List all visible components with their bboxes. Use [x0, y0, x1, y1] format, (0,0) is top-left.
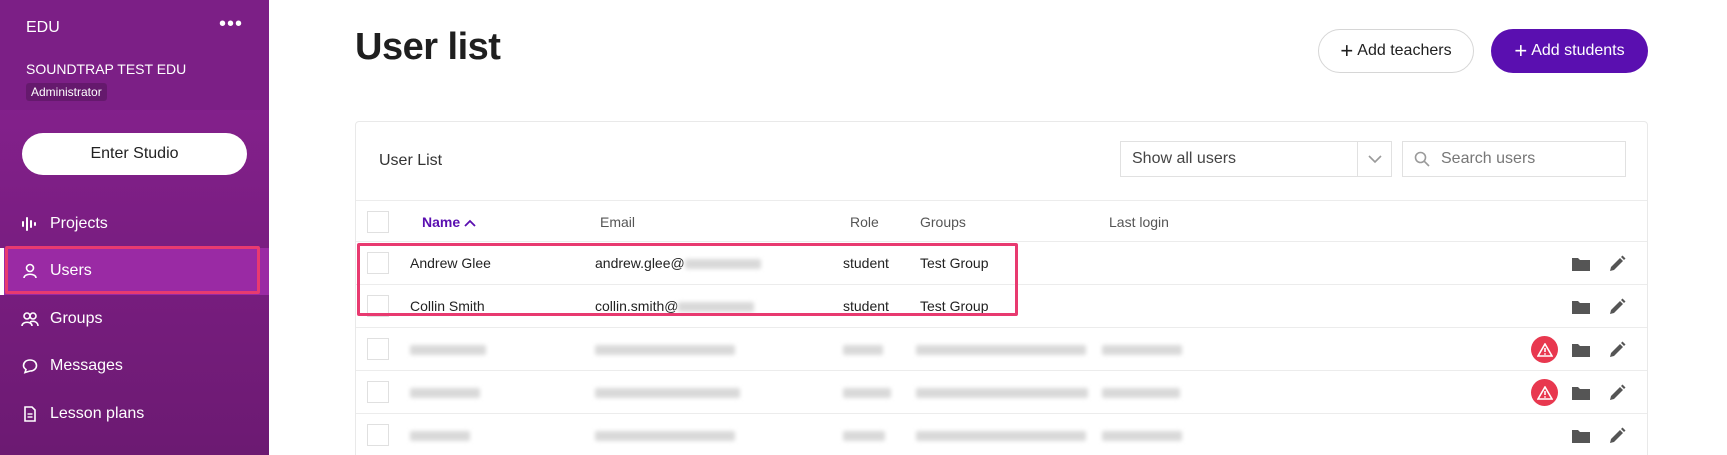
sidebar-item-groups[interactable]: Groups	[0, 295, 269, 343]
sidebar-item-lesson-plans[interactable]: Lesson plans	[0, 390, 269, 438]
user-filter-select[interactable]: Show all users	[1120, 141, 1392, 177]
column-header-last-login[interactable]: Last login	[1109, 214, 1169, 230]
redacted-text	[843, 427, 885, 443]
redacted-text	[843, 384, 891, 400]
column-header-name[interactable]: Name	[422, 214, 476, 230]
folder-icon[interactable]	[1568, 294, 1594, 320]
table-row[interactable]: Andrew Glee andrew.glee@ student Test Gr…	[356, 242, 1647, 285]
redacted-text	[678, 302, 755, 313]
warning-icon[interactable]	[1531, 379, 1558, 406]
folder-icon[interactable]	[1568, 423, 1594, 449]
folder-icon[interactable]	[1568, 380, 1594, 406]
redacted-text	[684, 259, 761, 270]
folder-icon[interactable]	[1568, 251, 1594, 277]
plus-icon: +	[1340, 38, 1354, 63]
edit-pencil-icon[interactable]	[1604, 251, 1630, 277]
groups-icon	[20, 309, 40, 329]
redacted-text	[1102, 341, 1182, 357]
redacted-text	[410, 384, 480, 400]
redacted-text	[916, 341, 1086, 357]
add-students-label: Add students	[1531, 42, 1625, 59]
row-checkbox[interactable]	[367, 295, 389, 317]
chevron-down-icon	[1357, 142, 1391, 176]
folder-icon[interactable]	[1568, 337, 1594, 363]
sort-ascending-icon	[464, 214, 476, 230]
select-all-checkbox[interactable]	[367, 211, 389, 233]
table-row[interactable]	[356, 328, 1647, 371]
search-icon	[1403, 151, 1441, 167]
user-email: andrew.glee@	[595, 255, 761, 271]
column-header-email[interactable]: Email	[600, 214, 635, 230]
redacted-text	[1102, 384, 1180, 400]
row-checkbox[interactable]	[367, 338, 389, 360]
redacted-text	[410, 341, 486, 357]
table-row[interactable]	[356, 371, 1647, 414]
more-options-icon[interactable]: •••	[219, 14, 243, 34]
row-checkbox[interactable]	[367, 252, 389, 274]
redacted-text	[595, 384, 740, 400]
add-teachers-button[interactable]: + Add teachers	[1318, 29, 1474, 73]
edit-pencil-icon[interactable]	[1604, 294, 1630, 320]
search-input[interactable]	[1441, 150, 1621, 168]
redacted-text	[410, 427, 470, 443]
user-role: student	[843, 298, 889, 314]
redacted-text	[843, 341, 883, 357]
search-box	[1402, 141, 1626, 177]
sidebar-item-projects[interactable]: Projects	[0, 200, 269, 248]
document-icon	[20, 404, 40, 424]
plus-icon: +	[1514, 38, 1528, 63]
redacted-text	[595, 341, 735, 357]
card-title: User List	[379, 152, 443, 169]
user-name: Andrew Glee	[410, 255, 491, 271]
table-header: Name Email Role Groups Last login	[356, 200, 1647, 242]
edit-pencil-icon[interactable]	[1604, 380, 1630, 406]
waveform-icon	[20, 214, 40, 234]
user-groups: Test Group	[920, 298, 989, 314]
sidebar-header: EDU ••• SOUNDTRAP TEST EDU Administrator	[0, 0, 269, 110]
warning-icon[interactable]	[1531, 336, 1558, 363]
row-checkbox[interactable]	[367, 424, 389, 446]
column-header-role[interactable]: Role	[850, 214, 879, 230]
column-name-label: Name	[422, 214, 461, 230]
table-row[interactable]: Collin Smith collin.smith@ student Test …	[356, 285, 1647, 328]
redacted-text	[595, 427, 735, 443]
email-prefix: andrew.glee@	[595, 255, 685, 271]
sidebar-item-label: Groups	[50, 309, 103, 327]
user-list-card: User List Show all users Name Email Ro	[355, 121, 1648, 455]
add-students-button[interactable]: + Add students	[1491, 29, 1648, 73]
sidebar-item-label: Messages	[50, 357, 123, 375]
redacted-text	[1102, 427, 1182, 443]
filter-value: Show all users	[1132, 150, 1237, 167]
user-groups: Test Group	[920, 255, 989, 271]
role-badge: Administrator	[26, 83, 107, 101]
email-prefix: collin.smith@	[595, 298, 679, 314]
user-icon	[20, 261, 40, 281]
row-checkbox[interactable]	[367, 381, 389, 403]
redacted-text	[916, 384, 1088, 400]
user-email: collin.smith@	[595, 298, 755, 314]
redacted-text	[916, 427, 1086, 443]
sidebar-item-label: Users	[50, 262, 92, 280]
page-title: User list	[355, 26, 501, 68]
sidebar-nav: Projects Users Groups Messages Lesson pl…	[0, 200, 269, 438]
edit-pencil-icon[interactable]	[1604, 337, 1630, 363]
sidebar-item-label: Lesson plans	[50, 404, 145, 422]
column-header-groups[interactable]: Groups	[920, 214, 966, 230]
chat-bubble-icon	[20, 356, 40, 376]
product-name: EDU	[26, 19, 60, 36]
app: EDU ••• SOUNDTRAP TEST EDU Administrator…	[0, 0, 1727, 455]
add-teachers-label: Add teachers	[1357, 42, 1452, 59]
sidebar-item-label: Projects	[50, 214, 108, 232]
sidebar: EDU ••• SOUNDTRAP TEST EDU Administrator…	[0, 0, 269, 455]
edit-pencil-icon[interactable]	[1604, 423, 1630, 449]
organization-name: SOUNDTRAP TEST EDU	[26, 61, 187, 77]
enter-studio-button[interactable]: Enter Studio	[22, 133, 247, 175]
sidebar-item-users[interactable]: Users	[0, 247, 269, 295]
sidebar-item-messages[interactable]: Messages	[0, 343, 269, 391]
user-role: student	[843, 255, 889, 271]
table-row[interactable]	[356, 414, 1647, 455]
user-name: Collin Smith	[410, 298, 485, 314]
